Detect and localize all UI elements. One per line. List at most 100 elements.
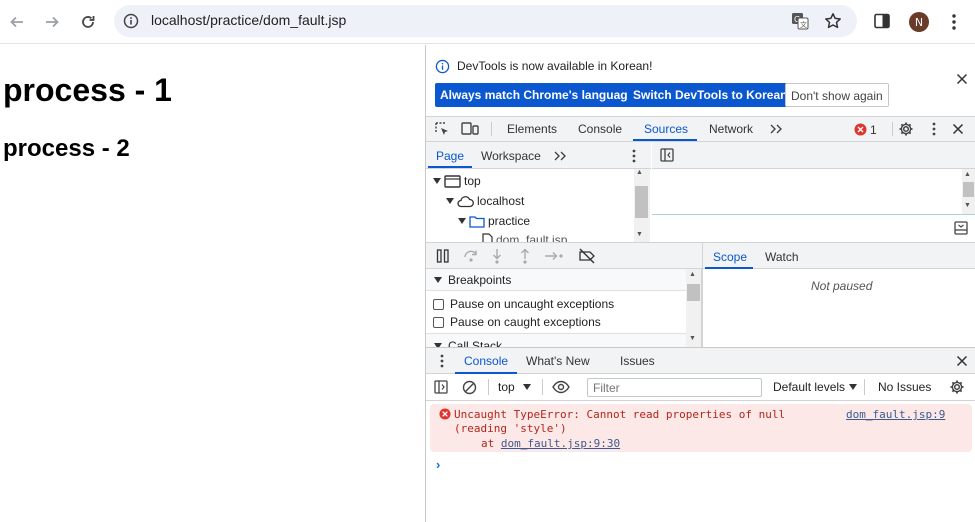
live-expression-eye-icon[interactable] (552, 380, 570, 394)
error-stack-line: at dom_fault.jsp:9:30 (481, 437, 621, 450)
forward-button[interactable] (38, 8, 66, 36)
site-info-icon[interactable] (123, 13, 139, 29)
drawer-tabs: Console What's New Issues (426, 347, 975, 374)
reload-button[interactable] (74, 8, 102, 36)
tab-selected-indicator (705, 267, 753, 269)
heading-process-2: process - 2 (3, 135, 130, 162)
checkbox[interactable] (433, 298, 444, 310)
close-devtools-icon[interactable] (952, 123, 964, 135)
drawer-tab-whats-new[interactable]: What's New (526, 354, 590, 368)
scope-pane: Scope Watch Not paused (702, 242, 975, 347)
context-selector[interactable]: top (498, 380, 531, 394)
profile-avatar[interactable]: N (909, 12, 929, 32)
console-prompt-chevron-icon[interactable]: › (436, 457, 440, 472)
infobar-close-icon[interactable] (956, 73, 968, 85)
tab-network[interactable]: Network (709, 122, 753, 136)
browser-menu-icon[interactable] (949, 13, 959, 31)
tab-console[interactable]: Console (578, 122, 622, 136)
back-button[interactable] (3, 8, 31, 36)
address-bar[interactable]: localhost/practice/dom_fault.jsp G文 (114, 5, 857, 37)
expand-triangle-icon (458, 218, 466, 224)
call-stack-header[interactable]: Call Stack (426, 333, 686, 347)
tree-item-practice[interactable]: practice (458, 214, 530, 228)
dont-show-again-button[interactable]: Don't show again (785, 83, 889, 107)
breakpoints-pane: Breakpoints Pause on uncaught exceptions… (426, 269, 702, 347)
close-drawer-icon[interactable] (956, 355, 968, 367)
devtools-main-tabs: Elements Console Sources Network 1 (426, 116, 975, 142)
step-icon[interactable] (544, 250, 564, 262)
tab-page[interactable]: Page (436, 149, 464, 163)
more-tabs-chevron-icon[interactable] (769, 123, 783, 135)
pause-caught-option[interactable]: Pause on caught exceptions (433, 315, 601, 329)
tab-workspace[interactable]: Workspace (481, 149, 541, 163)
console-settings-gear-icon[interactable] (949, 379, 965, 395)
pause-icon[interactable] (436, 249, 450, 263)
switch-to-korean-button[interactable]: Switch DevTools to Korean (628, 83, 793, 107)
tab-scope[interactable]: Scope (713, 250, 747, 264)
inspect-element-icon[interactable] (434, 121, 450, 137)
forward-arrow-icon (46, 16, 59, 28)
breakpoints-title: Breakpoints (448, 273, 512, 287)
editor-scrollbar[interactable]: ▲ ▼ (962, 169, 975, 214)
step-out-icon[interactable] (519, 248, 531, 264)
toolbar-divider (542, 379, 543, 395)
breakpoints-header[interactable]: Breakpoints (426, 269, 701, 291)
stack-source-link[interactable]: dom_fault.jsp:9:30 (501, 437, 620, 450)
console-sidebar-icon[interactable] (434, 380, 448, 394)
debugger-toolbar (426, 242, 702, 269)
side-panel-icon[interactable] (874, 13, 890, 29)
breakpoints-scrollbar[interactable]: ▲ ▼ (686, 269, 701, 347)
svg-text:文: 文 (800, 20, 807, 29)
toggle-debugger-icon[interactable] (954, 221, 968, 235)
error-text-line-2: (reading 'style') (454, 422, 567, 435)
page-viewport: process - 1 process - 2 (0, 45, 425, 522)
tab-watch[interactable]: Watch (765, 250, 799, 264)
issues-count-button[interactable]: No Issues (878, 380, 931, 394)
pause-uncaught-option[interactable]: Pause on uncaught exceptions (433, 297, 614, 311)
navigator-menu-icon[interactable] (631, 149, 637, 163)
clear-console-icon[interactable] (462, 380, 477, 395)
url-text: localhost/practice/dom_fault.jsp (151, 12, 347, 28)
drawer-tab-console[interactable]: Console (464, 354, 508, 368)
file-icon (482, 233, 493, 242)
log-levels-dropdown[interactable]: Default levels (773, 380, 858, 394)
scrollbar-thumb[interactable] (635, 186, 648, 218)
not-paused-text: Not paused (811, 279, 873, 293)
more-navigator-tabs-chevron-icon[interactable] (553, 150, 567, 162)
tab-selected-indicator (428, 166, 472, 168)
device-toolbar-icon[interactable] (461, 121, 479, 137)
error-count-icon[interactable] (854, 123, 867, 136)
toolbar-divider (491, 122, 492, 136)
translate-icon[interactable]: G文 (791, 12, 809, 30)
navigator-tabs: Page Workspace (426, 142, 651, 169)
expand-triangle-icon (446, 198, 454, 204)
tree-item-localhost[interactable]: localhost (446, 194, 524, 208)
scope-tabs: Scope Watch (703, 242, 975, 269)
error-count[interactable]: 1 (870, 123, 877, 137)
infobar-message: DevTools is now available in Korean! (457, 59, 653, 73)
error-source-link[interactable]: dom_fault.jsp:9 (846, 408, 945, 421)
always-match-language-button[interactable]: Always match Chrome's language (435, 83, 640, 107)
console-toolbar: top Default levels No Issues (426, 374, 975, 401)
tab-elements[interactable]: Elements (507, 122, 557, 136)
editor-pane: ▲ ▼ (652, 142, 975, 242)
toggle-navigator-icon[interactable] (660, 148, 674, 162)
tree-scrollbar[interactable]: ▲ ▼ (634, 169, 650, 242)
tree-item-dom-fault[interactable]: dom_fault.jsp (482, 233, 567, 242)
step-over-icon[interactable] (463, 249, 479, 263)
deactivate-breakpoints-icon[interactable] (578, 248, 596, 264)
tab-sources[interactable]: Sources (644, 122, 688, 136)
step-into-icon[interactable] (491, 248, 503, 264)
devtools-menu-icon[interactable] (931, 122, 937, 136)
browser-toolbar: localhost/practice/dom_fault.jsp G文 N (0, 0, 975, 44)
console-filter-input[interactable] (587, 378, 762, 397)
tree-item-top[interactable]: top (433, 174, 481, 188)
file-tree: top localhost practice dom_fault.jsp (426, 169, 651, 242)
bookmark-star-icon[interactable] (824, 12, 842, 30)
toolbar-divider (892, 122, 893, 136)
checkbox[interactable] (433, 316, 444, 328)
dropdown-triangle-icon (522, 384, 531, 390)
drawer-tab-issues[interactable]: Issues (620, 354, 655, 368)
drawer-menu-icon[interactable] (439, 354, 445, 368)
settings-gear-icon[interactable] (898, 121, 914, 137)
